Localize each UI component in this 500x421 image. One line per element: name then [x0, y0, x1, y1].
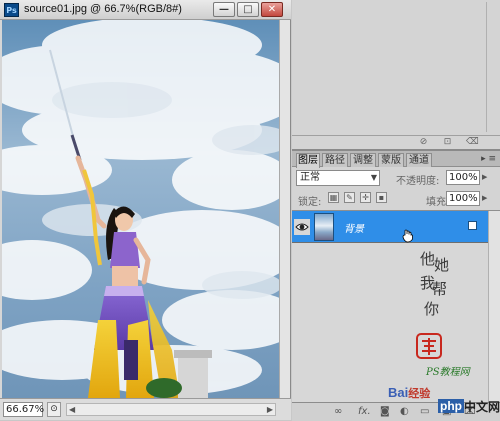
lock-all-icon[interactable]: ▪ — [376, 192, 387, 203]
layer-lock-icon — [468, 221, 477, 230]
stop-icon[interactable]: ⊘ — [418, 137, 429, 148]
layers-list-scrollbar[interactable] — [488, 211, 500, 403]
watermark-handwriting: 他 她 我 帮 你 — [420, 251, 449, 317]
tab-channels[interactable]: 通道 — [406, 153, 432, 167]
new-item-icon[interactable]: ⊡ — [442, 137, 453, 148]
lock-label: 锁定: — [298, 197, 322, 208]
hand-cursor-icon — [402, 229, 413, 243]
document-status-bar: 66.67% ⊙ ◀ ▶ — [0, 398, 291, 420]
blend-mode-value: 正常 — [300, 172, 320, 183]
minimize-icon: — — [219, 4, 229, 15]
maximize-icon: □ — [243, 4, 253, 15]
canvas-vertical-scrollbar[interactable] — [279, 20, 290, 398]
right-panel-dock: ⊘ ⊡ ⌫ 图层 路径 调整 蒙版 通道 ▸ ≡ 正常 ▼ 不透明度: 100%… — [292, 0, 500, 421]
fill-dropdown-icon[interactable]: ▶ — [482, 191, 490, 206]
scroll-left-icon[interactable]: ◀ — [69, 404, 75, 415]
tab-layers[interactable]: 图层 — [296, 153, 320, 168]
scroll-right-icon[interactable]: ▶ — [267, 404, 273, 415]
lock-position-icon[interactable]: ✛ — [360, 192, 371, 203]
php-logo: php — [438, 399, 464, 413]
status-info-button[interactable]: ⊙ — [47, 402, 61, 417]
watermark-char: 帮 — [432, 280, 448, 298]
layer-thumbnail — [314, 213, 334, 241]
tab-adjustments[interactable]: 调整 — [350, 153, 376, 167]
baidu-watermark: Bai经验 — [388, 385, 430, 401]
lock-transparency-icon[interactable]: ▦ — [328, 192, 339, 203]
lock-fill-row: 锁定: ▦ ✎ ✛ ▪ 填充: 100% ▶ — [292, 189, 500, 209]
zoom-level-field[interactable]: 66.67% — [3, 402, 44, 417]
layer-row-background[interactable]: 背景 — [292, 211, 488, 243]
link-icon[interactable]: ∞ — [334, 406, 342, 417]
red-seal-stamp — [416, 333, 442, 359]
photoshop-logo-icon: Ps — [4, 3, 19, 17]
watermark-site-text: PS教程网 — [426, 367, 470, 378]
document-title: source01.jpg @ 66.7%(RGB/8#) — [24, 3, 182, 15]
adjustment-icon[interactable]: ◐ — [400, 406, 409, 417]
photo-artwork — [2, 20, 279, 398]
group-icon[interactable]: ▭ — [420, 406, 429, 417]
blend-mode-select[interactable]: 正常 ▼ — [296, 170, 380, 186]
opacity-label: 不透明度: — [396, 176, 440, 187]
watermark-char: 她 — [434, 256, 450, 274]
mask-icon[interactable]: ◙ — [380, 406, 390, 417]
document-titlebar[interactable]: Ps source01.jpg @ 66.7%(RGB/8#) — □ ✕ — [0, 0, 291, 20]
opacity-field[interactable]: 100% — [446, 170, 480, 185]
layers-panel: 图层 路径 调整 蒙版 通道 ▸ ≡ 正常 ▼ 不透明度: 100% ▶ 锁定:… — [292, 150, 500, 421]
baidu-suffix: 经验 — [408, 388, 431, 400]
tab-paths[interactable]: 路径 — [322, 153, 348, 167]
canvas-horizontal-scrollbar[interactable]: ◀ ▶ — [66, 403, 276, 416]
panel-tab-bar: 图层 路径 调整 蒙版 通道 ▸ ≡ — [292, 151, 500, 168]
baidu-text: Bai — [388, 385, 409, 400]
image-canvas[interactable] — [2, 20, 279, 398]
delete-icon[interactable]: ⌫ — [466, 137, 479, 148]
panel-menu-icon[interactable]: ▸ ≡ — [481, 154, 496, 164]
layer-name[interactable]: 背景 — [344, 220, 364, 235]
watermark-char: 你 — [424, 300, 440, 318]
minimize-button[interactable]: — — [213, 2, 235, 17]
upper-panel-scrollbar[interactable] — [486, 2, 498, 132]
close-icon: ✕ — [267, 4, 277, 15]
tab-masks[interactable]: 蒙版 — [378, 153, 404, 167]
opacity-dropdown-icon[interactable]: ▶ — [482, 170, 490, 185]
upper-panel — [292, 0, 500, 136]
chevron-down-icon: ▼ — [370, 173, 377, 182]
upper-panel-footer: ⊘ ⊡ ⌫ — [292, 136, 500, 150]
close-button[interactable]: ✕ — [261, 2, 283, 17]
fill-field[interactable]: 100% — [446, 191, 480, 206]
php-cn-text: 中文网 — [464, 400, 500, 414]
layers-list: 背景 他 她 我 帮 你 PS教程网 — [292, 210, 500, 403]
lock-pixels-icon[interactable]: ✎ — [344, 192, 355, 203]
fx-icon[interactable]: fx. — [358, 406, 371, 417]
document-window: Ps source01.jpg @ 66.7%(RGB/8#) — □ ✕ 66… — [0, 0, 291, 420]
blend-opacity-row: 正常 ▼ 不透明度: 100% ▶ — [292, 168, 500, 188]
eye-icon[interactable] — [294, 219, 310, 235]
maximize-button[interactable]: □ — [237, 2, 259, 17]
